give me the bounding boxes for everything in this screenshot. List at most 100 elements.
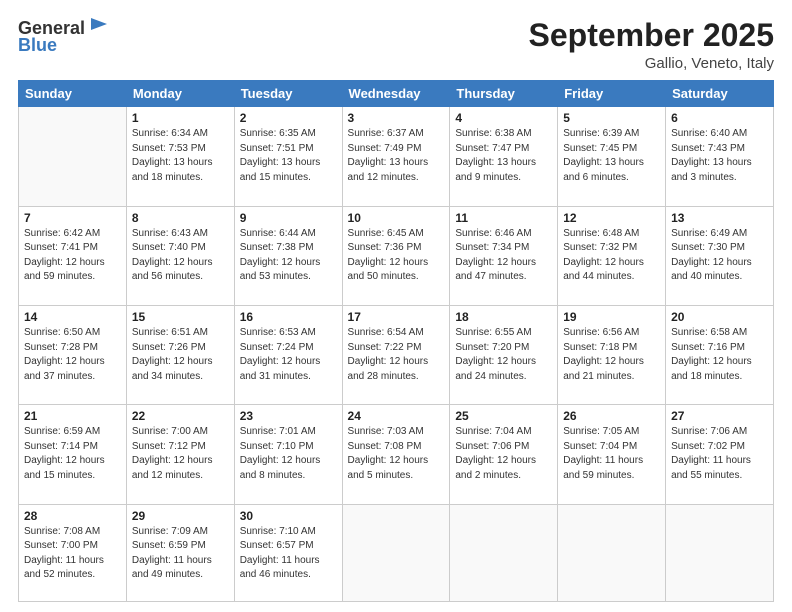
table-row: 9 Sunrise: 6:44 AM Sunset: 7:38 PM Daylig… [234, 206, 342, 305]
table-row: 5 Sunrise: 6:39 AM Sunset: 7:45 PM Daylig… [558, 107, 666, 206]
day-number: 12 [563, 211, 660, 225]
day-number: 25 [455, 409, 552, 423]
table-row: 25 Sunrise: 7:04 AM Sunset: 7:06 PM Dayli… [450, 405, 558, 504]
table-row: 1 Sunrise: 6:34 AM Sunset: 7:53 PM Daylig… [126, 107, 234, 206]
day-number: 15 [132, 310, 229, 324]
cell-info: Sunrise: 7:10 AM Sunset: 6:57 PM Dayligh… [240, 525, 337, 583]
table-row: 6 Sunrise: 6:40 AM Sunset: 7:43 PM Daylig… [666, 107, 774, 206]
day-number: 21 [24, 409, 121, 423]
title-block: September 2025 Gallio, Veneto, Italy [529, 18, 774, 72]
table-row: 27 Sunrise: 7:06 AM Sunset: 7:02 PM Dayli… [666, 405, 774, 504]
table-row: 28 Sunrise: 7:08 AM Sunset: 7:00 PM Dayli… [19, 504, 127, 601]
table-row [558, 504, 666, 601]
col-sunday: Sunday [19, 81, 127, 107]
day-number: 3 [348, 111, 445, 125]
table-row: 29 Sunrise: 7:09 AM Sunset: 6:59 PM Dayli… [126, 504, 234, 601]
cell-info: Sunrise: 6:58 AM Sunset: 7:16 PM Dayligh… [671, 326, 768, 384]
day-number: 27 [671, 409, 768, 423]
cell-info: Sunrise: 7:08 AM Sunset: 7:00 PM Dayligh… [24, 525, 121, 583]
calendar-header-row: Sunday Monday Tuesday Wednesday Thursday… [19, 81, 774, 107]
table-row: 20Sunrise: 6:58 AM Sunset: 7:16 PM Dayli… [666, 306, 774, 405]
cell-info: Sunrise: 6:53 AM Sunset: 7:24 PM Dayligh… [240, 326, 337, 384]
day-number: 18 [455, 310, 552, 324]
table-row: 30 Sunrise: 7:10 AM Sunset: 6:57 PM Dayli… [234, 504, 342, 601]
cell-info: Sunrise: 6:56 AM Sunset: 7:18 PM Dayligh… [563, 326, 660, 384]
table-row: 11 Sunrise: 6:46 AM Sunset: 7:34 PM Dayli… [450, 206, 558, 305]
day-number: 26 [563, 409, 660, 423]
day-number: 13 [671, 211, 768, 225]
table-row: 12 Sunrise: 6:48 AM Sunset: 7:32 PM Dayli… [558, 206, 666, 305]
cell-info: Sunrise: 7:09 AM Sunset: 6:59 PM Dayligh… [132, 525, 229, 583]
day-number: 7 [24, 211, 121, 225]
col-monday: Monday [126, 81, 234, 107]
cell-info: Sunrise: 6:48 AM Sunset: 7:32 PM Dayligh… [563, 227, 660, 285]
cell-info: Sunrise: 6:45 AM Sunset: 7:36 PM Dayligh… [348, 227, 445, 285]
day-number: 28 [24, 509, 121, 523]
day-number: 22 [132, 409, 229, 423]
day-number: 24 [348, 409, 445, 423]
cell-info: Sunrise: 6:59 AM Sunset: 7:14 PM Dayligh… [24, 425, 121, 483]
day-number: 23 [240, 409, 337, 423]
cell-info: Sunrise: 7:03 AM Sunset: 7:08 PM Dayligh… [348, 425, 445, 483]
cell-info: Sunrise: 6:40 AM Sunset: 7:43 PM Dayligh… [671, 127, 768, 185]
table-row: 8 Sunrise: 6:43 AM Sunset: 7:40 PM Daylig… [126, 206, 234, 305]
cell-info: Sunrise: 6:34 AM Sunset: 7:53 PM Dayligh… [132, 127, 229, 185]
day-number: 19 [563, 310, 660, 324]
table-row: 18 Sunrise: 6:55 AM Sunset: 7:20 PM Dayli… [450, 306, 558, 405]
table-row: 13 Sunrise: 6:49 AM Sunset: 7:30 PM Dayli… [666, 206, 774, 305]
table-row [342, 504, 450, 601]
table-row [19, 107, 127, 206]
cell-info: Sunrise: 6:42 AM Sunset: 7:41 PM Dayligh… [24, 227, 121, 285]
day-number: 9 [240, 211, 337, 225]
logo-blue-text: Blue [18, 35, 57, 56]
cell-info: Sunrise: 6:55 AM Sunset: 7:20 PM Dayligh… [455, 326, 552, 384]
cell-info: Sunrise: 7:00 AM Sunset: 7:12 PM Dayligh… [132, 425, 229, 483]
cell-info: Sunrise: 6:49 AM Sunset: 7:30 PM Dayligh… [671, 227, 768, 285]
cell-info: Sunrise: 6:46 AM Sunset: 7:34 PM Dayligh… [455, 227, 552, 285]
table-row [450, 504, 558, 601]
cell-info: Sunrise: 6:38 AM Sunset: 7:47 PM Dayligh… [455, 127, 552, 185]
cell-info: Sunrise: 6:35 AM Sunset: 7:51 PM Dayligh… [240, 127, 337, 185]
cell-info: Sunrise: 7:01 AM Sunset: 7:10 PM Dayligh… [240, 425, 337, 483]
page: General Blue September 2025 Gallio, Vene… [0, 0, 792, 612]
table-row: 17Sunrise: 6:54 AM Sunset: 7:22 PM Dayli… [342, 306, 450, 405]
day-number: 10 [348, 211, 445, 225]
col-thursday: Thursday [450, 81, 558, 107]
cell-info: Sunrise: 6:44 AM Sunset: 7:38 PM Dayligh… [240, 227, 337, 285]
cell-info: Sunrise: 7:06 AM Sunset: 7:02 PM Dayligh… [671, 425, 768, 483]
cell-info: Sunrise: 6:39 AM Sunset: 7:45 PM Dayligh… [563, 127, 660, 185]
table-row: 2 Sunrise: 6:35 AM Sunset: 7:51 PM Daylig… [234, 107, 342, 206]
table-row: 3Sunrise: 6:37 AM Sunset: 7:49 PM Daylig… [342, 107, 450, 206]
col-wednesday: Wednesday [342, 81, 450, 107]
day-number: 6 [671, 111, 768, 125]
logo: General Blue [18, 18, 109, 56]
table-row: 15 Sunrise: 6:51 AM Sunset: 7:26 PM Dayli… [126, 306, 234, 405]
table-row: 23 Sunrise: 7:01 AM Sunset: 7:10 PM Dayli… [234, 405, 342, 504]
header: General Blue September 2025 Gallio, Vene… [18, 18, 774, 72]
day-number: 8 [132, 211, 229, 225]
day-number: 29 [132, 509, 229, 523]
calendar-table: Sunday Monday Tuesday Wednesday Thursday… [18, 80, 774, 602]
col-tuesday: Tuesday [234, 81, 342, 107]
day-number: 4 [455, 111, 552, 125]
table-row: 7 Sunrise: 6:42 AM Sunset: 7:41 PM Daylig… [19, 206, 127, 305]
cell-info: Sunrise: 6:43 AM Sunset: 7:40 PM Dayligh… [132, 227, 229, 285]
table-row: 10 Sunrise: 6:45 AM Sunset: 7:36 PM Dayli… [342, 206, 450, 305]
day-number: 2 [240, 111, 337, 125]
day-number: 1 [132, 111, 229, 125]
day-number: 30 [240, 509, 337, 523]
table-row: 4 Sunrise: 6:38 AM Sunset: 7:47 PM Daylig… [450, 107, 558, 206]
logo-flag-icon [87, 16, 109, 38]
table-row: 19 Sunrise: 6:56 AM Sunset: 7:18 PM Dayli… [558, 306, 666, 405]
table-row: 22 Sunrise: 7:00 AM Sunset: 7:12 PM Dayli… [126, 405, 234, 504]
day-number: 14 [24, 310, 121, 324]
subtitle: Gallio, Veneto, Italy [529, 55, 774, 72]
day-number: 5 [563, 111, 660, 125]
day-number: 11 [455, 211, 552, 225]
col-saturday: Saturday [666, 81, 774, 107]
cell-info: Sunrise: 6:50 AM Sunset: 7:28 PM Dayligh… [24, 326, 121, 384]
cell-info: Sunrise: 6:51 AM Sunset: 7:26 PM Dayligh… [132, 326, 229, 384]
table-row: 14 Sunrise: 6:50 AM Sunset: 7:28 PM Dayli… [19, 306, 127, 405]
cell-info: Sunrise: 7:04 AM Sunset: 7:06 PM Dayligh… [455, 425, 552, 483]
cell-info: Sunrise: 7:05 AM Sunset: 7:04 PM Dayligh… [563, 425, 660, 483]
